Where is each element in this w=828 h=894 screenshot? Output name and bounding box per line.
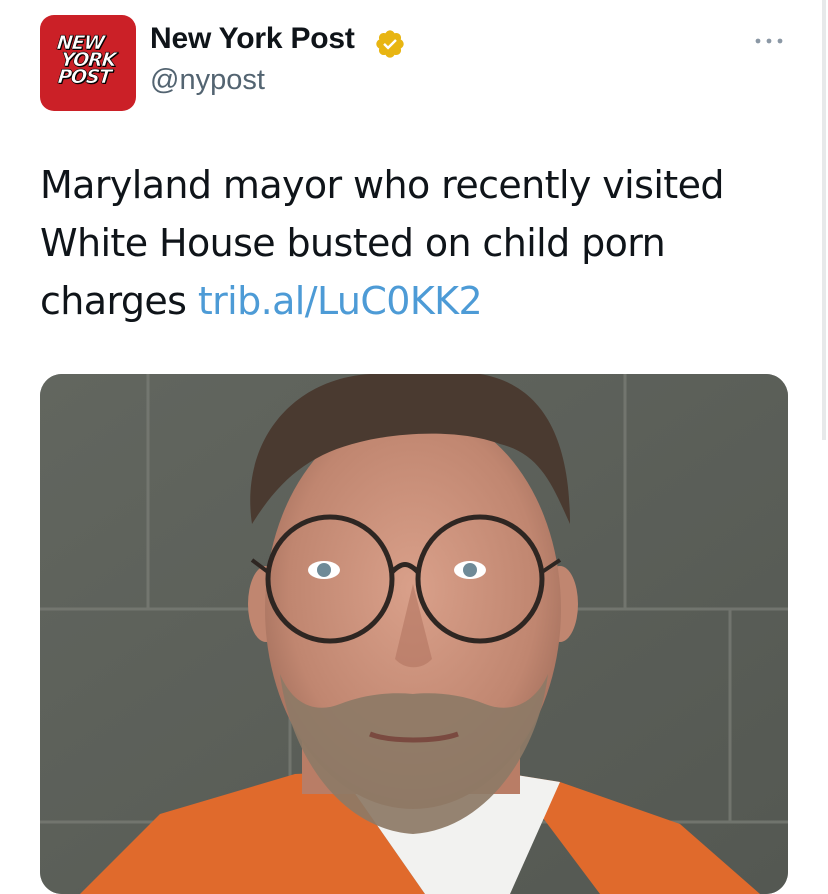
verified-badge-icon <box>376 30 404 58</box>
tweet-text: Maryland mayor who recently visited Whit… <box>40 156 800 330</box>
tweet-link[interactable]: trib.al/LuC0KK2 <box>198 279 483 323</box>
avatar[interactable]: NEW YORK POST <box>40 15 136 111</box>
scroll-edge <box>822 0 826 440</box>
logo-line-3: POST <box>56 66 113 89</box>
tweet: NEW YORK POST New York Post @nypost Mary… <box>0 0 828 894</box>
mugshot-photo <box>40 374 788 894</box>
more-horizontal-icon[interactable] <box>752 28 786 48</box>
handle[interactable]: @nypost <box>150 64 265 97</box>
tweet-photo[interactable] <box>40 374 788 894</box>
new-york-post-logo: NEW YORK POST <box>40 15 136 111</box>
display-name[interactable]: New York Post <box>150 22 355 56</box>
